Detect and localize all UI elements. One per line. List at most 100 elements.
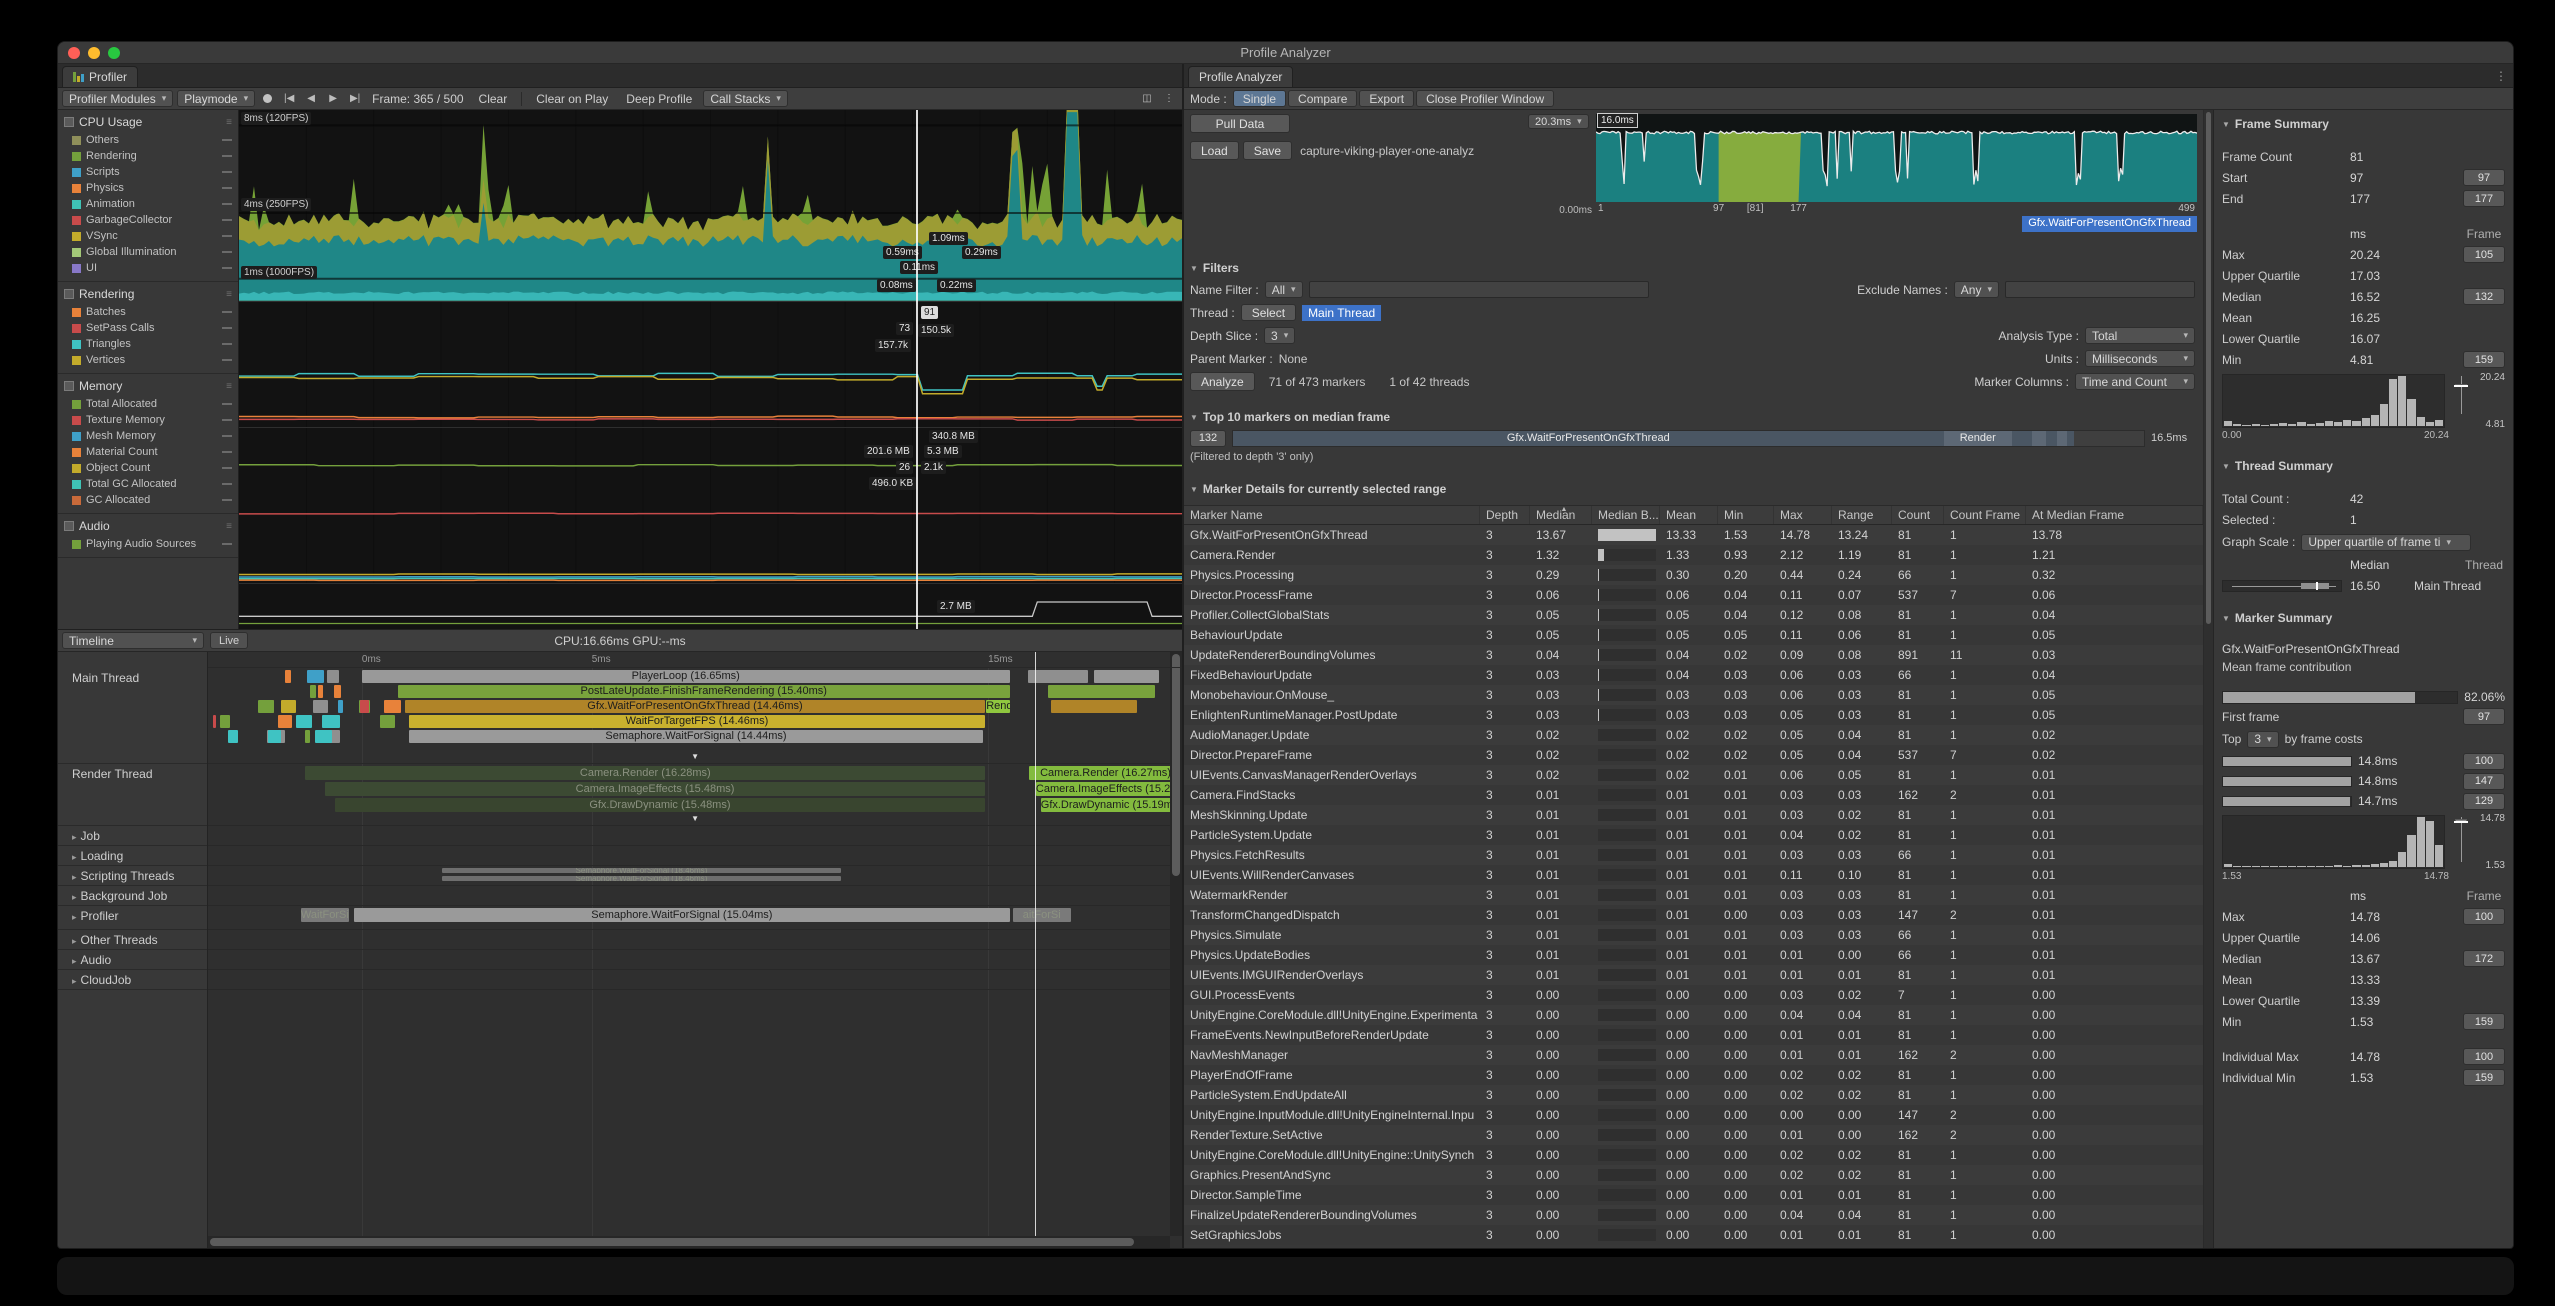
- analyze-button[interactable]: Analyze: [1190, 372, 1255, 391]
- legend-item-setpass-calls[interactable]: SetPass Calls: [58, 320, 238, 336]
- depth-slice-dropdown[interactable]: 3: [1264, 327, 1295, 344]
- legend-item-triangles[interactable]: Triangles: [58, 336, 238, 352]
- timeline-bar[interactable]: Semaphore.WaitForSignal (15.04ms): [354, 908, 1010, 922]
- deep-profile-toggle[interactable]: Deep Profile: [619, 90, 699, 107]
- analysis-type-dropdown[interactable]: Total: [2085, 327, 2195, 344]
- legend-item-others[interactable]: Others: [58, 132, 238, 148]
- clear-on-play-toggle[interactable]: Clear on Play: [529, 90, 615, 107]
- units-dropdown[interactable]: Milliseconds: [2085, 350, 2195, 367]
- legend-item-vsync[interactable]: VSync: [58, 228, 238, 244]
- thread-label-profiler[interactable]: ▸Profiler: [58, 906, 207, 930]
- top-markers-bar[interactable]: Gfx.WaitForPresentOnGfxThreadRender: [1232, 430, 2145, 447]
- marker-details-header[interactable]: Marker Details for currently selected ra…: [1184, 479, 2203, 499]
- module-header-rendering[interactable]: Rendering≡: [58, 282, 238, 304]
- top-marker-segment[interactable]: [2012, 431, 2032, 446]
- legend-item-total-allocated[interactable]: Total Allocated: [58, 396, 238, 412]
- clear-button[interactable]: Clear: [472, 90, 515, 107]
- context-menu-icon[interactable]: ⋮: [1160, 93, 1178, 104]
- timeline-bar[interactable]: [322, 715, 340, 728]
- exclude-names-input[interactable]: [2005, 281, 2195, 298]
- timeline-view-dropdown[interactable]: Timeline: [62, 632, 204, 649]
- top-marker-segment[interactable]: [2046, 431, 2057, 446]
- marker-row[interactable]: Director.ProcessFrame30.060.060.040.110.…: [1184, 585, 2203, 605]
- timeline-bar[interactable]: Gfx.DrawDynamic (15.48ms): [335, 798, 986, 812]
- timeline-bar[interactable]: WaitForSi: [301, 908, 350, 922]
- frame-jump-button[interactable]: 100: [2463, 908, 2505, 925]
- timeline-bar[interactable]: aitForSi: [1013, 908, 1071, 922]
- marker-row[interactable]: UIEvents.CanvasManagerRenderOverlays30.0…: [1184, 765, 2203, 785]
- module-header-memory[interactable]: Memory≡: [58, 374, 238, 396]
- legend-item-playing-audio-sources[interactable]: Playing Audio Sources: [58, 536, 238, 552]
- marker-row[interactable]: EnlightenRuntimeManager.PostUpdate30.030…: [1184, 705, 2203, 725]
- top-marker-segment[interactable]: [2067, 431, 2074, 446]
- timeline-bar[interactable]: [305, 730, 311, 743]
- timeline-bar[interactable]: [310, 685, 316, 698]
- timeline-bar[interactable]: [1048, 685, 1155, 698]
- top-marker-segment[interactable]: [2032, 431, 2047, 446]
- mode-single[interactable]: Single: [1233, 90, 1286, 107]
- column-header-depth[interactable]: Depth: [1480, 506, 1530, 524]
- timeline-playhead[interactable]: [1035, 652, 1037, 1236]
- frame-jump-button[interactable]: 97: [2463, 708, 2505, 725]
- marker-row[interactable]: AudioManager.Update30.020.020.020.050.04…: [1184, 725, 2203, 745]
- marker-row[interactable]: UnityEngine.InputModule.dll!UnityEngineI…: [1184, 1105, 2203, 1125]
- frame-jump-button[interactable]: 100: [2463, 1048, 2505, 1065]
- marker-row[interactable]: MeshSkinning.Update30.010.010.010.030.02…: [1184, 805, 2203, 825]
- timeline-bar[interactable]: [1051, 700, 1137, 713]
- memory-chart[interactable]: 340.8 MB201.6 MB5.3 MB262.1k496.0 KB: [239, 428, 1182, 584]
- timeline-bar[interactable]: Gfx.WaitForPresentOnGfxThread (14.46ms): [405, 700, 986, 713]
- selected-marker-chip[interactable]: Gfx.WaitForPresentOnGfxThread: [2022, 216, 2197, 232]
- first-frame-icon[interactable]: |◀: [280, 93, 298, 104]
- marker-row[interactable]: PlayerEndOfFrame30.000.000.000.020.02811…: [1184, 1065, 2203, 1085]
- filters-header[interactable]: Filters: [1190, 258, 2197, 278]
- legend-item-texture-memory[interactable]: Texture Memory: [58, 412, 238, 428]
- marker-row[interactable]: UpdateRendererBoundingVolumes30.040.040.…: [1184, 645, 2203, 665]
- timeline-bar[interactable]: [296, 715, 311, 728]
- frame-jump-button[interactable]: 105: [2463, 246, 2505, 263]
- name-filter-mode-dropdown[interactable]: All: [1265, 281, 1303, 298]
- thread-label-other-threads[interactable]: ▸Other Threads: [58, 930, 207, 950]
- top-n-dropdown[interactable]: 3: [2247, 731, 2278, 748]
- load-button[interactable]: Load: [1190, 141, 1239, 160]
- timeline-bar[interactable]: Camera.Render (16.27ms): [1029, 766, 1182, 780]
- legend-item-scripts[interactable]: Scripts: [58, 164, 238, 180]
- marker-row[interactable]: Physics.FetchResults30.010.010.010.030.0…: [1184, 845, 2203, 865]
- timeline-bar[interactable]: [281, 700, 296, 713]
- marker-row[interactable]: FinalizeUpdateRendererBoundingVolumes30.…: [1184, 1205, 2203, 1225]
- legend-item-batches[interactable]: Batches: [58, 304, 238, 320]
- thread-label-job[interactable]: ▸Job: [58, 826, 207, 846]
- thread-label-render-thread[interactable]: Render Thread: [58, 764, 207, 826]
- marker-row[interactable]: ParticleSystem.EndUpdateAll30.000.000.00…: [1184, 1085, 2203, 1105]
- frame-jump-button[interactable]: 129: [2463, 793, 2505, 810]
- frame-times-chart[interactable]: 16.0ms: [1596, 114, 2197, 202]
- tab-profiler[interactable]: Profiler: [62, 66, 138, 87]
- thread-label-audio[interactable]: ▸Audio: [58, 950, 207, 970]
- previous-frame-icon[interactable]: ◀: [302, 93, 320, 104]
- legend-item-total-gc-allocated[interactable]: Total GC Allocated: [58, 476, 238, 492]
- frame-jump-button[interactable]: 100: [2463, 753, 2505, 770]
- marker-row[interactable]: Director.PrepareFrame30.020.020.020.050.…: [1184, 745, 2203, 765]
- close-button[interactable]: [68, 47, 80, 59]
- marker-columns-dropdown[interactable]: Time and Count: [2075, 373, 2195, 390]
- legend-item-animation[interactable]: Animation: [58, 196, 238, 212]
- timeline-bar[interactable]: PostLateUpdate.FinishFrameRendering (15.…: [398, 685, 1010, 698]
- mode-close-profiler-window[interactable]: Close Profiler Window: [1416, 90, 1554, 107]
- marker-row[interactable]: UIEvents.IMGUIRenderOverlays30.010.010.0…: [1184, 965, 2203, 985]
- profiler-modules-dropdown[interactable]: Profiler Modules: [62, 90, 173, 107]
- timeline-bar[interactable]: [278, 715, 292, 728]
- record-icon[interactable]: [263, 94, 272, 103]
- legend-item-material-count[interactable]: Material Count: [58, 444, 238, 460]
- mode-export[interactable]: Export: [1359, 90, 1414, 107]
- rendering-chart[interactable]: 9173150.5k157.7k: [239, 302, 1182, 429]
- top-marker-segment[interactable]: Render: [1944, 431, 2012, 446]
- marker-row[interactable]: Gfx.WaitForPresentOnGfxThread313.6713.33…: [1184, 525, 2203, 545]
- marker-row[interactable]: TransformChangedDispatch30.010.010.000.0…: [1184, 905, 2203, 925]
- frame-jump-button[interactable]: 159: [2463, 1013, 2505, 1030]
- marker-summary-header[interactable]: Marker Summary: [2214, 608, 2513, 628]
- pull-data-button[interactable]: Pull Data: [1190, 114, 1290, 133]
- top-marker-segment[interactable]: Gfx.WaitForPresentOnGfxThread: [1233, 431, 1944, 446]
- marker-row[interactable]: BehaviourUpdate30.050.050.050.110.068110…: [1184, 625, 2203, 645]
- playmode-dropdown[interactable]: Playmode: [177, 90, 255, 107]
- frame-jump-button[interactable]: 159: [2463, 351, 2505, 368]
- timeline-bar[interactable]: [228, 730, 238, 743]
